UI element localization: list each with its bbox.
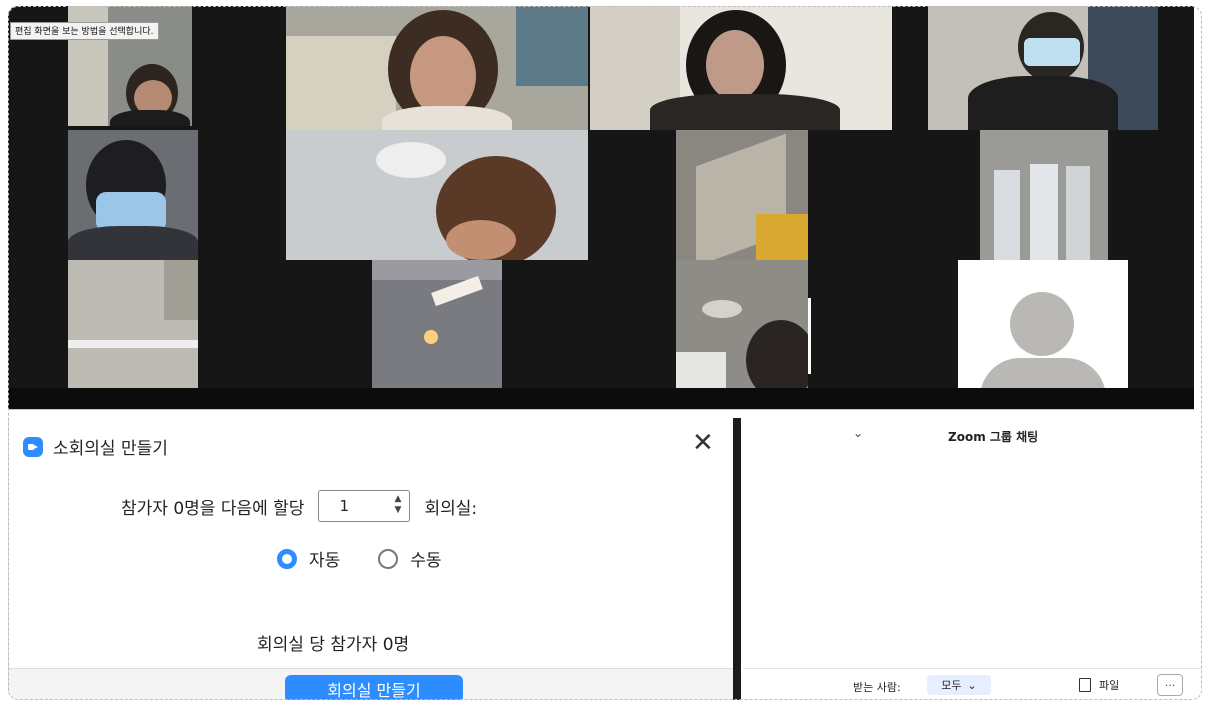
dialog-title-text: 소회의실 만들기 xyxy=(53,439,168,459)
breakout-room-dialog: 소회의실 만들기 ✕ 참가자 0명을 다음에 할당 1 ▲ ▼ 회의실: 자동 수… xyxy=(8,418,734,700)
file-icon xyxy=(1079,678,1091,692)
video-tile-2[interactable] xyxy=(286,6,588,130)
more-icon[interactable]: ··· xyxy=(1157,674,1183,696)
video-camera-icon xyxy=(23,436,43,457)
create-rooms-button[interactable]: 회의실 만들기 xyxy=(285,675,463,700)
file-button[interactable]: 파일 xyxy=(1079,677,1119,693)
chevron-down-icon[interactable]: ⌄ xyxy=(853,426,863,440)
video-tile-9[interactable] xyxy=(68,260,198,388)
recipient-label: 받는 사람: xyxy=(853,681,901,694)
stepper-arrows-icon[interactable]: ▲ ▼ xyxy=(395,494,402,516)
chat-panel: ⌄ Zoom 그룹 채팅 받는 사람: 모두 ⌄ 파일 ··· xyxy=(743,418,1202,700)
room-count-stepper[interactable]: 1 ▲ ▼ xyxy=(318,490,411,522)
view-tooltip: 편집 화면을 보는 방법을 선택합니다. xyxy=(10,22,159,40)
zoom-window: 편집 화면을 보는 방법을 선택합니다. 소회의실 만들기 ✕ 참가자 0명을 … xyxy=(8,6,1202,700)
room-count-value: 1 xyxy=(339,497,349,515)
participants-per-room: 회의실 당 참가자 0명 xyxy=(257,635,410,655)
panel-divider xyxy=(733,418,741,700)
video-tile-6[interactable] xyxy=(286,130,588,260)
video-tile-10[interactable] xyxy=(372,260,502,388)
chat-title: Zoom 그룹 채팅 xyxy=(948,430,1039,444)
radio-manual-label[interactable]: 수동 xyxy=(410,546,441,571)
video-tile-11[interactable] xyxy=(676,260,808,388)
radio-auto-label[interactable]: 자동 xyxy=(309,546,340,571)
chevron-down-icon: ⌄ xyxy=(967,678,977,692)
dialog-footer: 회의실 만들기 xyxy=(9,668,734,700)
radio-auto[interactable] xyxy=(277,548,297,569)
video-tile-4[interactable] xyxy=(928,6,1158,130)
video-tile-3[interactable] xyxy=(590,6,892,130)
recipient-dropdown[interactable]: 모두 ⌄ xyxy=(927,675,991,695)
avatar xyxy=(1010,292,1074,356)
assign-prefix: 참가자 0명을 다음에 할당 xyxy=(121,498,305,519)
recipient-value: 모두 xyxy=(941,679,962,692)
dialog-title: 소회의실 만들기 xyxy=(23,434,168,459)
video-tile-8[interactable] xyxy=(980,130,1108,260)
video-gallery: 편집 화면을 보는 방법을 선택합니다. xyxy=(8,6,1194,410)
video-tile-7[interactable] xyxy=(676,130,808,260)
file-label: 파일 xyxy=(1099,679,1120,692)
chat-footer: 받는 사람: 모두 ⌄ 파일 ··· xyxy=(743,668,1202,700)
close-icon[interactable]: ✕ xyxy=(692,428,714,458)
assign-suffix: 회의실: xyxy=(424,498,478,519)
active-border xyxy=(8,409,1194,410)
assign-mode-group: 자동 수동 xyxy=(277,546,442,571)
gallery-bottom-bar xyxy=(8,388,1194,410)
assign-row: 참가자 0명을 다음에 할당 1 ▲ ▼ 회의실: xyxy=(121,490,477,522)
radio-manual[interactable] xyxy=(378,548,399,569)
video-tile-5[interactable] xyxy=(68,130,198,260)
video-tile-12[interactable] xyxy=(958,260,1128,388)
